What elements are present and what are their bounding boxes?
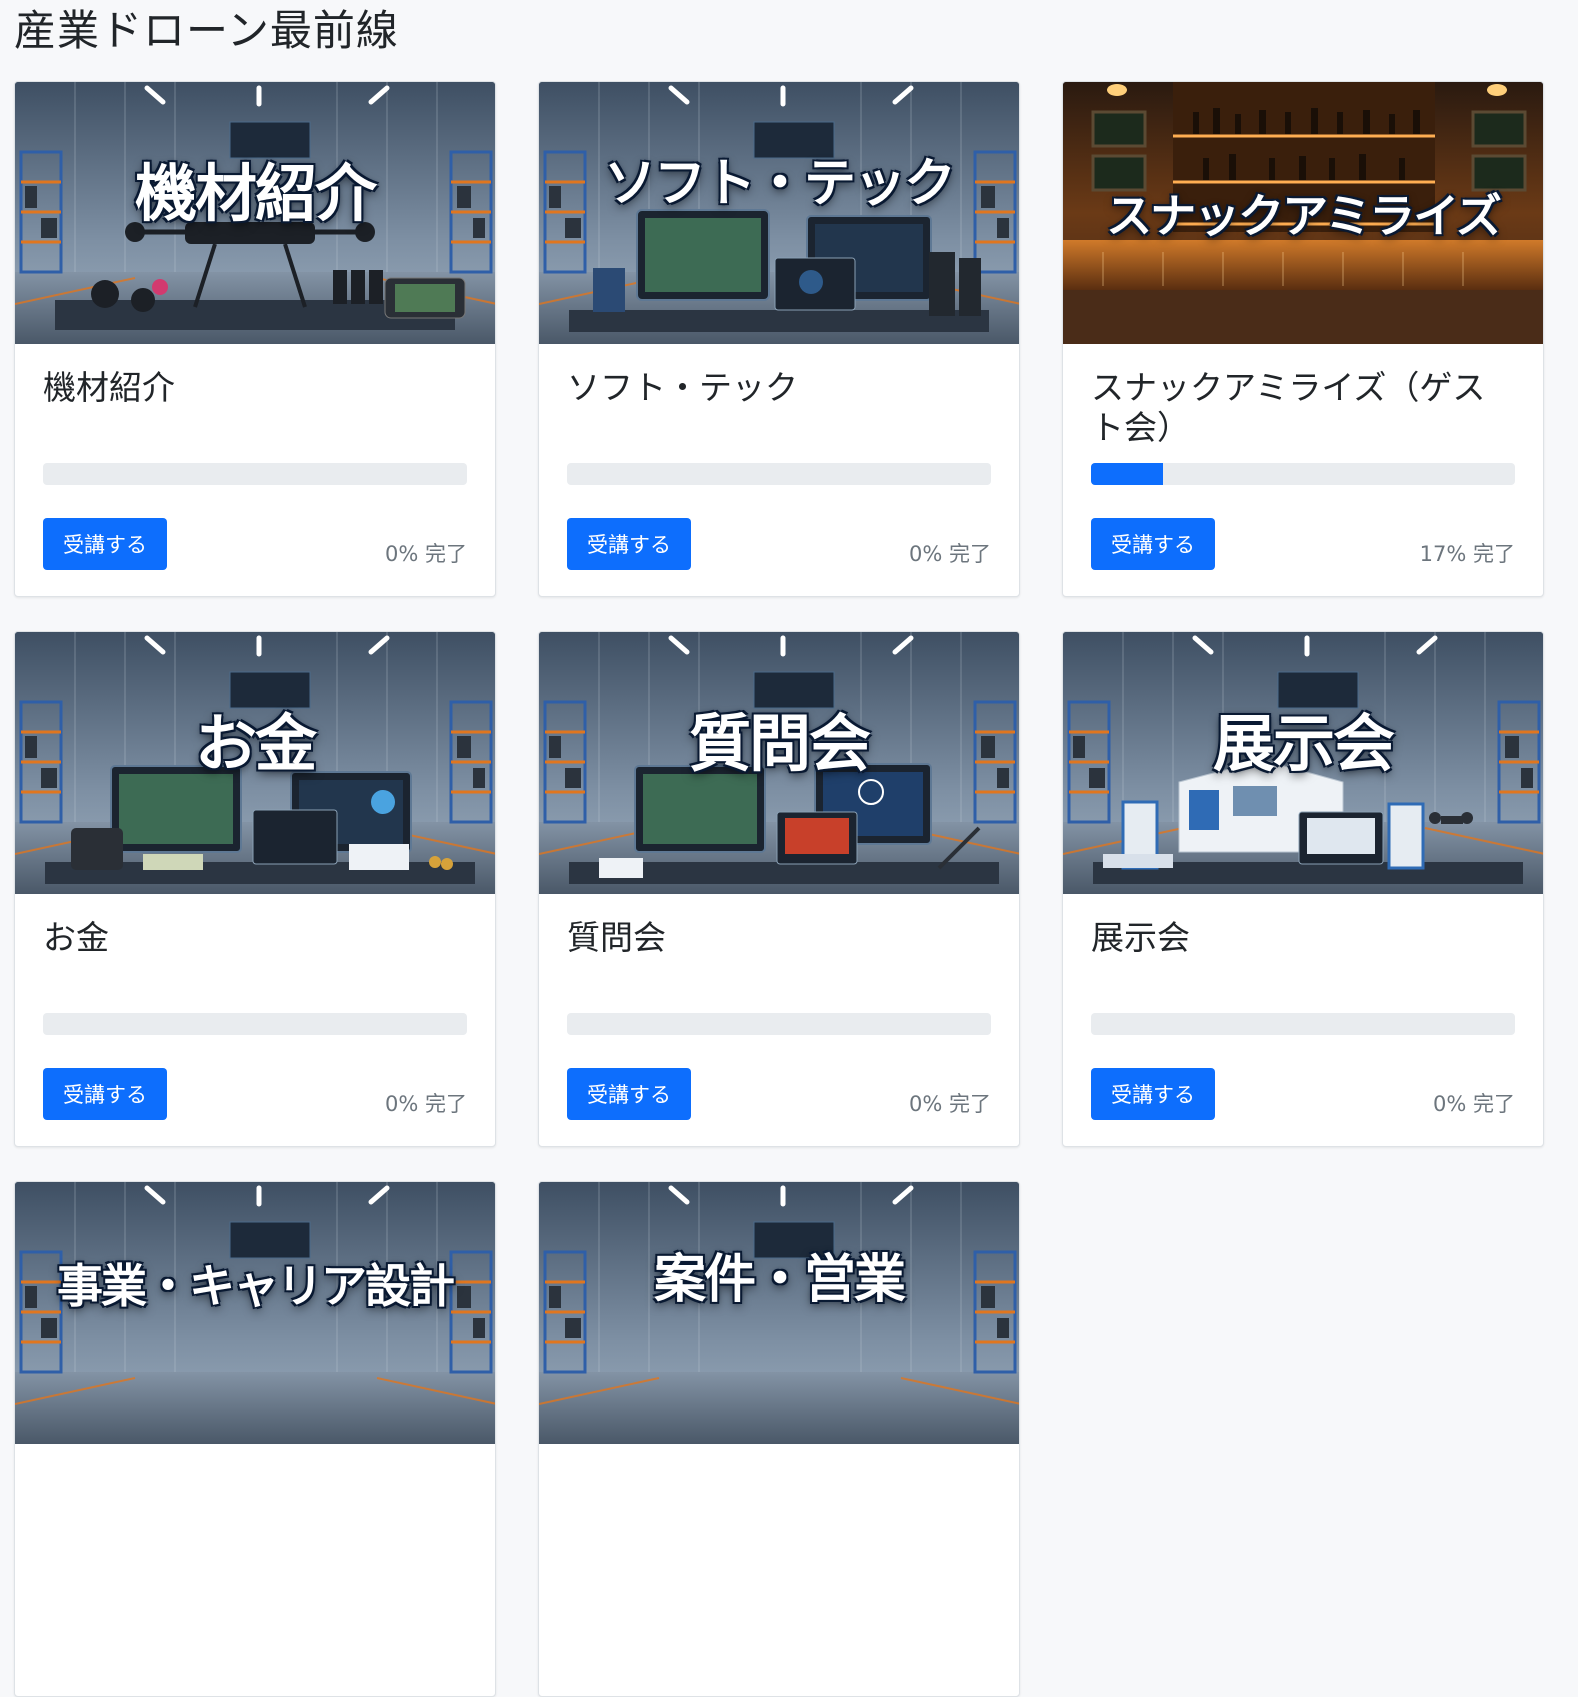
progress-bar (567, 1013, 991, 1035)
course-thumbnail[interactable]: 質問会 (539, 632, 1019, 894)
completion-status: 0% 完了 (385, 542, 467, 566)
enroll-button[interactable]: 受講する (1091, 1068, 1215, 1120)
course-title: スナックアミライズ（ゲスト会） (1091, 368, 1486, 447)
thumbnail-caption: ソフト・テック (603, 154, 956, 214)
course-card[interactable]: お金 お金 受講する 0% 完了 (14, 631, 496, 1147)
completion-status: 0% 完了 (909, 542, 991, 566)
course-thumbnail[interactable]: スナックアミライズ (1063, 82, 1543, 344)
course-thumbnail[interactable]: 事業・キャリア設計 (15, 1182, 495, 1444)
thumbnail-caption: 質問会 (688, 707, 871, 780)
course-card[interactable]: 展示会 展示会 受講する 0% 完了 (1062, 631, 1544, 1147)
course-thumbnail[interactable]: 機材紹介 (15, 82, 495, 344)
course-thumbnail[interactable]: 案件・営業 (539, 1182, 1019, 1444)
course-card[interactable]: スナックアミライズ スナックアミライズ（ゲスト会） 受講する 17% 完了 (1062, 81, 1544, 597)
course-card[interactable]: 案件・営業 (538, 1181, 1020, 1697)
course-card[interactable]: ソフト・テック ソフト・テック 受講する 0% 完了 (538, 81, 1020, 597)
thumbnail-caption: 展示会 (1212, 707, 1395, 780)
thumbnail-caption: 案件・営業 (653, 1250, 906, 1310)
completion-status: 0% 完了 (909, 1092, 991, 1116)
progress-fill (1091, 463, 1164, 485)
course-thumbnail[interactable]: お金 (15, 632, 495, 894)
thumbnail-caption: 事業・キャリア設計 (57, 1259, 455, 1313)
enroll-button[interactable]: 受講する (43, 518, 167, 570)
course-title: 機材紹介 (43, 368, 175, 407)
course-grid: 機材紹介 機材紹介 受講する 0% 完了 ソフト・テック ソフト・テック 受講す… (14, 81, 1545, 1697)
thumbnail-caption: お金 (194, 707, 317, 780)
course-title: 質問会 (567, 918, 666, 957)
progress-bar (43, 463, 467, 485)
thumbnail-caption: 機材紹介 (134, 157, 377, 230)
course-card[interactable]: 事業・キャリア設計 (14, 1181, 496, 1697)
course-card[interactable]: 機材紹介 機材紹介 受講する 0% 完了 (14, 81, 496, 597)
thumbnail-caption: スナックアミライズ (1106, 189, 1502, 243)
progress-bar (567, 463, 991, 485)
enroll-button[interactable]: 受講する (567, 1068, 691, 1120)
course-thumbnail[interactable]: 展示会 (1063, 632, 1543, 894)
enroll-button[interactable]: 受講する (43, 1068, 167, 1120)
enroll-button[interactable]: 受講する (567, 518, 691, 570)
enroll-button[interactable]: 受講する (1091, 518, 1215, 570)
completion-status: 0% 完了 (1433, 1092, 1515, 1116)
course-title: お金 (43, 918, 109, 957)
completion-status: 0% 完了 (385, 1092, 467, 1116)
course-card[interactable]: 質問会 質問会 受講する 0% 完了 (538, 631, 1020, 1147)
progress-bar (43, 1013, 467, 1035)
completion-status: 17% 完了 (1419, 542, 1515, 566)
course-title: 展示会 (1091, 918, 1190, 957)
page-title: 産業ドローン最前線 (14, 6, 399, 55)
progress-bar (1091, 463, 1515, 485)
course-thumbnail[interactable]: ソフト・テック (539, 82, 1019, 344)
progress-bar (1091, 1013, 1515, 1035)
course-title: ソフト・テック (567, 368, 798, 407)
